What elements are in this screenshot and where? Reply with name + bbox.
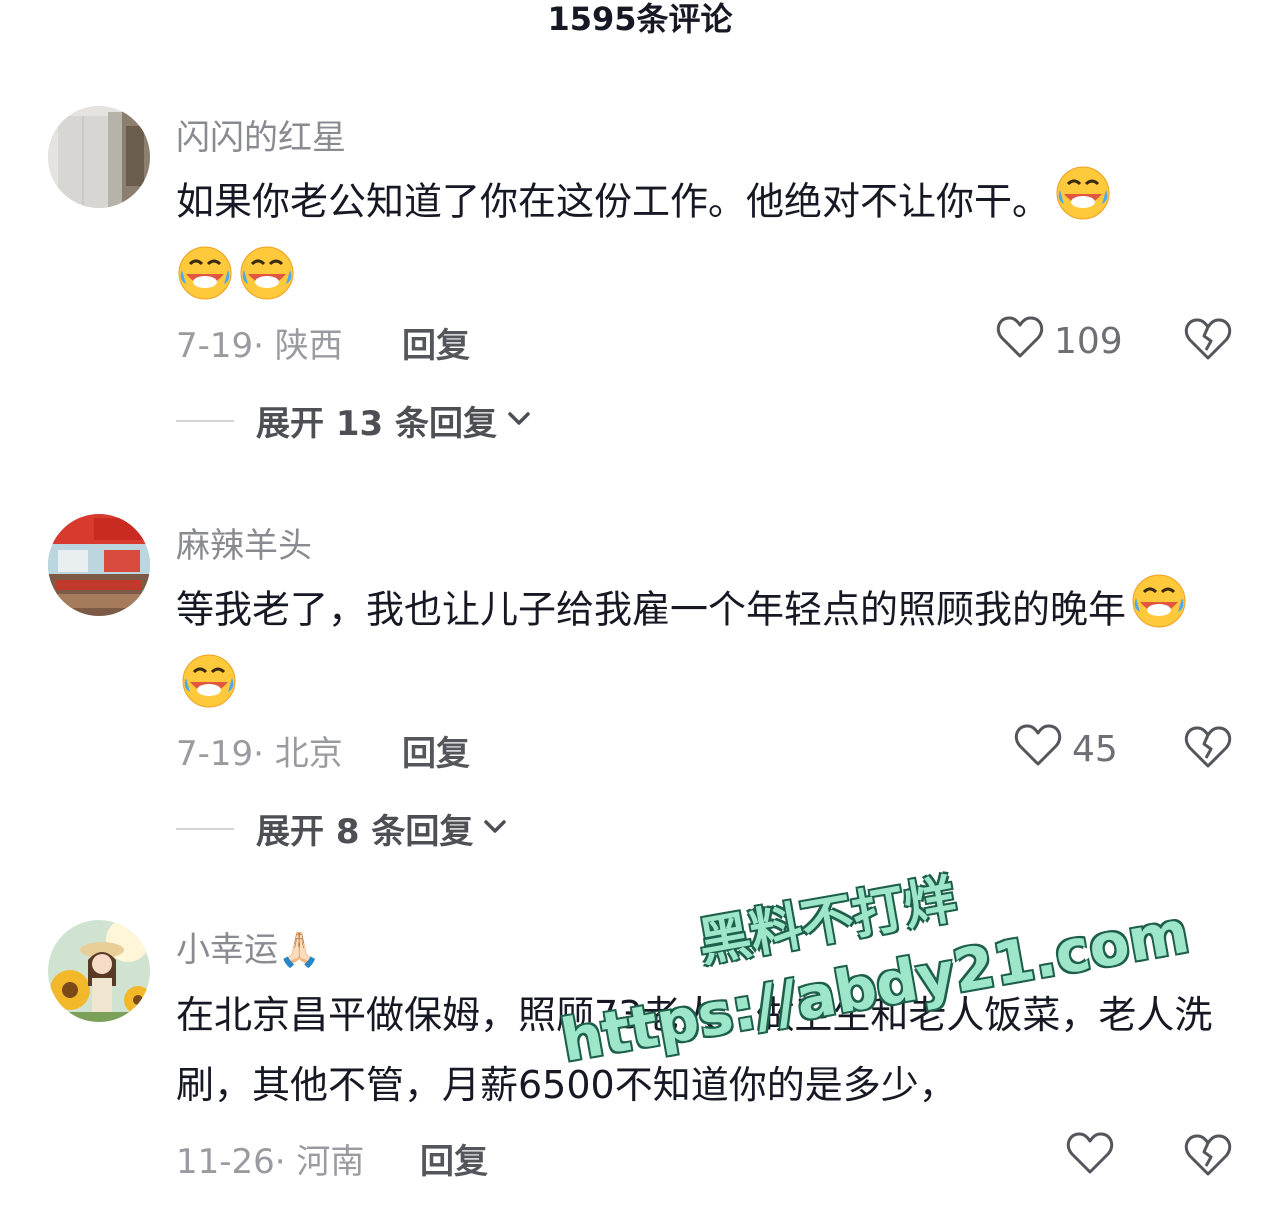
comment-meta: 7-19· 北京 bbox=[176, 726, 343, 775]
chevron-down-icon bbox=[507, 411, 531, 431]
reply-button[interactable]: 回复 bbox=[420, 1134, 488, 1183]
broken-heart-icon bbox=[1184, 318, 1232, 366]
heart-icon bbox=[1066, 1130, 1114, 1185]
comment-date-location: 7-19· 北京 bbox=[176, 734, 343, 774]
heart-icon bbox=[996, 314, 1044, 369]
comments-header: 1595条评论 bbox=[0, 0, 1280, 40]
comment-text: 等我老了，我也让儿子给我雇一个年轻点的照顾我的晚年 bbox=[176, 572, 1236, 732]
heart-icon bbox=[1014, 722, 1062, 777]
divider-line bbox=[176, 827, 234, 830]
comment-meta: 11-26· 河南 bbox=[176, 1134, 364, 1183]
like-count: 45 bbox=[1072, 729, 1118, 770]
expand-replies-button[interactable]: 展开 13 条回复 bbox=[176, 396, 531, 445]
chevron-down-icon bbox=[483, 819, 507, 839]
avatar[interactable] bbox=[48, 920, 150, 1022]
comment-username[interactable]: 闪闪的红星 bbox=[176, 110, 346, 159]
comment-meta: 7-19· 陕西 bbox=[176, 318, 343, 367]
dislike-button[interactable] bbox=[1184, 316, 1232, 366]
comment-count-title: 1595条评论 bbox=[547, 0, 733, 38]
comment-body: 等我老了，我也让儿子给我雇一个年轻点的照顾我的晚年 bbox=[176, 587, 1127, 632]
like-button[interactable]: 109 bbox=[996, 314, 1123, 369]
reply-button[interactable]: 回复 bbox=[402, 318, 470, 367]
like-button[interactable] bbox=[1066, 1130, 1124, 1185]
pray-emoji: 🙏🏻 bbox=[278, 930, 321, 970]
comment-username[interactable]: 麻辣羊头 bbox=[176, 518, 312, 567]
comment-date-location: 11-26· 河南 bbox=[176, 1142, 365, 1182]
rofl-emoji bbox=[238, 244, 296, 324]
reply-button[interactable]: 回复 bbox=[402, 726, 470, 775]
like-button[interactable]: 45 bbox=[1014, 722, 1118, 777]
avatar[interactable] bbox=[48, 106, 150, 208]
comment-text: 如果你老公知道了你在这份工作。他绝对不让你干。 bbox=[176, 164, 1236, 324]
expand-replies-label: 展开 13 条回复 bbox=[256, 404, 497, 444]
broken-heart-icon bbox=[1184, 726, 1232, 774]
comment-body: 如果你老公知道了你在这份工作。他绝对不让你干。 bbox=[176, 179, 1051, 224]
comment-username-text: 小幸运 bbox=[176, 930, 278, 970]
comment-date-location: 7-19· 陕西 bbox=[176, 326, 343, 366]
divider-line bbox=[176, 419, 234, 422]
avatar[interactable] bbox=[48, 514, 150, 616]
broken-heart-icon bbox=[1184, 1134, 1232, 1182]
rofl-emoji bbox=[180, 652, 238, 732]
rofl-emoji bbox=[176, 244, 234, 324]
comment-username[interactable]: 小幸运🙏🏻 bbox=[176, 922, 320, 971]
rofl-emoji bbox=[1054, 164, 1112, 244]
expand-replies-button[interactable]: 展开 8 条回复 bbox=[176, 804, 507, 853]
rofl-emoji bbox=[1130, 572, 1188, 652]
dislike-button[interactable] bbox=[1184, 724, 1232, 774]
like-count: 109 bbox=[1054, 321, 1123, 362]
expand-replies-label: 展开 8 条回复 bbox=[256, 812, 474, 852]
dislike-button[interactable] bbox=[1184, 1132, 1232, 1182]
